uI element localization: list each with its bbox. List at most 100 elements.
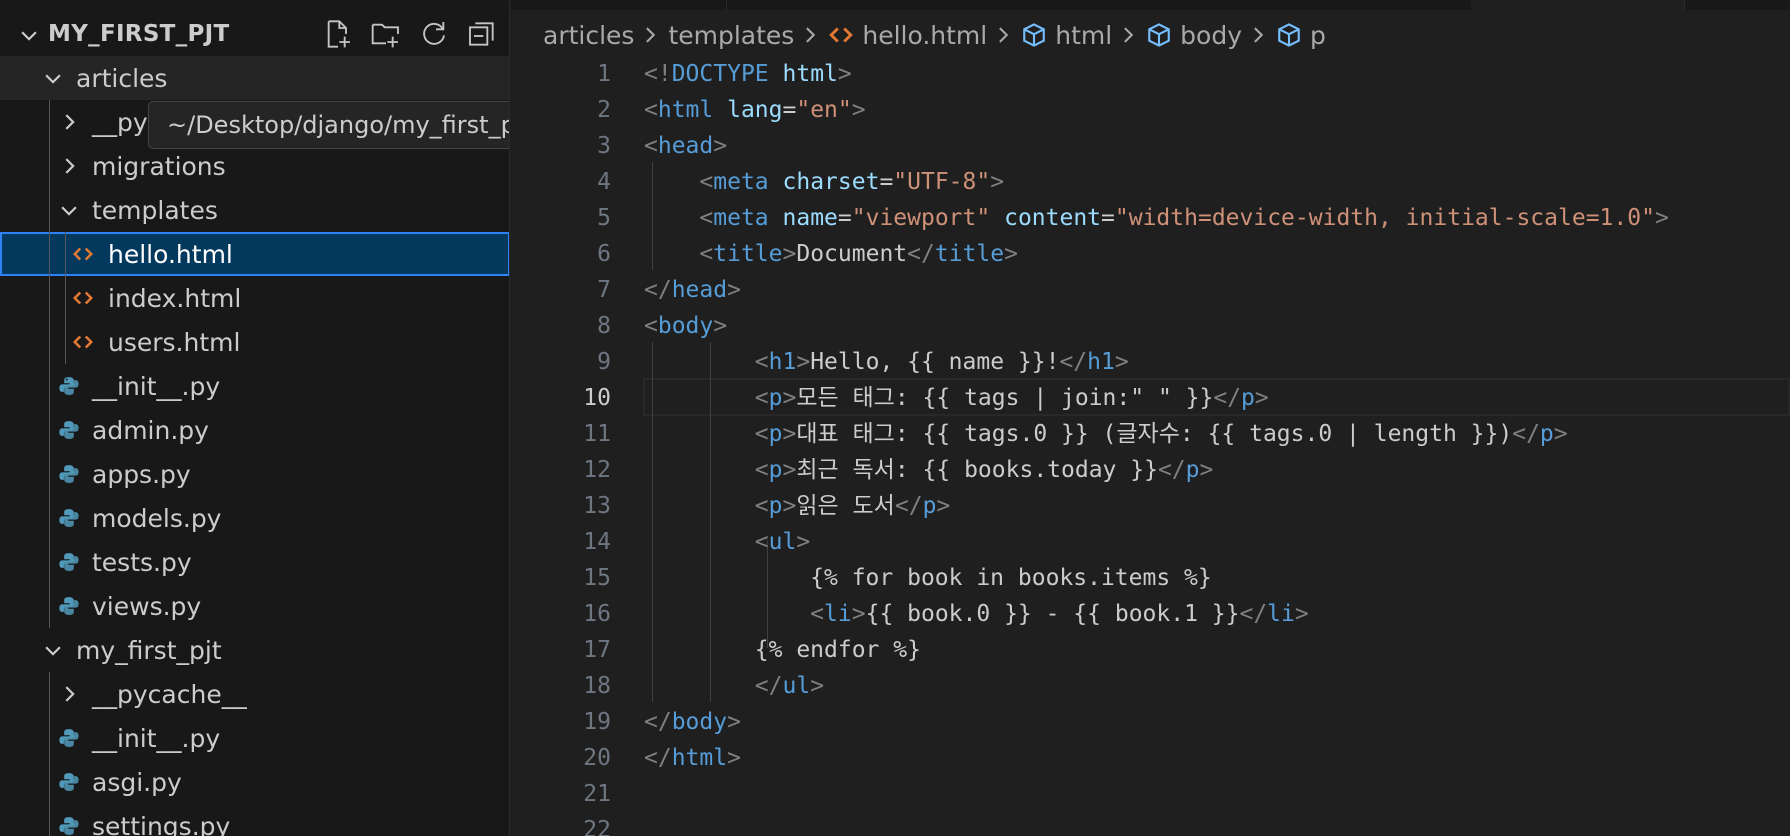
code-token: <	[644, 313, 658, 339]
code-line[interactable]: <!DOCTYPE html>	[644, 56, 852, 92]
tree-folder-templates[interactable]: templates	[0, 188, 509, 232]
tree-file-tests-py[interactable]: tests.py	[0, 540, 509, 584]
breadcrumb-item[interactable]: templates	[668, 21, 794, 50]
breadcrumb: articles templates hello.html html body …	[543, 17, 1326, 53]
code-token: >	[1654, 205, 1669, 231]
line-number: 1	[597, 61, 611, 87]
tree-item-label: __pycache__	[92, 680, 247, 709]
code-token: >	[782, 241, 797, 267]
tree-file-users-html[interactable]: users.html	[0, 320, 509, 364]
line-number: 6	[597, 241, 611, 267]
line-number: 13	[583, 493, 611, 519]
code-token: ul	[768, 529, 797, 555]
code-line[interactable]: {% for book in books.items %}	[644, 560, 1212, 596]
breadcrumb-item[interactable]: html	[1021, 21, 1112, 50]
chevron-down-icon[interactable]	[18, 24, 40, 46]
code-line[interactable]: <li>{{ book.0 }} - {{ book.1 }}</li>	[644, 596, 1309, 632]
explorer-actions	[322, 18, 498, 50]
code-token: =	[782, 97, 797, 123]
code-line[interactable]: <html lang="en">	[644, 92, 866, 128]
code-editor[interactable]: articles templates hello.html html body …	[511, 0, 1790, 836]
breadcrumb-item[interactable]: articles	[543, 21, 634, 50]
tree-file-views-py[interactable]: views.py	[0, 584, 509, 628]
chevron-right-icon	[65, 158, 75, 174]
code-token: "viewport"	[851, 205, 991, 231]
line-number: 7	[597, 277, 611, 303]
tree-file-asgi-py[interactable]: asgi.py	[0, 760, 509, 804]
collapse-all-icon[interactable]	[466, 18, 498, 50]
code-line[interactable]: </body>	[644, 704, 741, 740]
code-token: <	[754, 385, 769, 411]
code-token: p	[1241, 385, 1255, 411]
tree-file-admin-py[interactable]: admin.py	[0, 408, 509, 452]
new-file-icon[interactable]	[322, 18, 354, 50]
tree-folder-my-first-pjt[interactable]: my_first_pjt	[0, 628, 509, 672]
tree-file-index-html[interactable]: index.html	[0, 276, 509, 320]
chevron-right-icon	[999, 27, 1009, 43]
code-line[interactable]: <body>	[644, 308, 727, 344]
code-line[interactable]: </ul>	[644, 668, 824, 704]
code-token: >	[851, 601, 866, 627]
code-token: </	[907, 241, 935, 267]
python-file-icon	[59, 729, 79, 747]
code-line[interactable]: <p>대표 태그: {{ tags.0 }} (글자수: {{ tags.0 |…	[644, 416, 1568, 452]
code-line[interactable]: <h1>Hello, {{ name }}!</h1>	[644, 344, 1129, 380]
tree-folder-pycache-2[interactable]: __pycache__	[0, 672, 509, 716]
tree-folder-articles[interactable]: articles	[0, 56, 509, 100]
tree-item-label: __init__.py	[92, 724, 221, 753]
breadcrumb-item[interactable]: body	[1146, 21, 1242, 50]
code-line[interactable]: <ul>	[644, 524, 810, 560]
tree-item-label: views.py	[92, 592, 202, 621]
code-token: >	[796, 529, 811, 555]
code-token: <	[644, 97, 658, 123]
code-token: <!	[644, 61, 672, 87]
python-file-icon	[59, 377, 79, 395]
code-line[interactable]: </html>	[644, 740, 741, 776]
code-token: </	[1059, 349, 1088, 375]
code-token: >	[1254, 385, 1269, 411]
tree-item-label: articles	[76, 64, 168, 93]
tree-file-models-py[interactable]: models.py	[0, 496, 509, 540]
code-line[interactable]: <title>Document</title>	[644, 236, 1018, 272]
code-token: h1	[768, 349, 797, 375]
tree-file-apps-py[interactable]: apps.py	[0, 452, 509, 496]
code-line[interactable]: <p>읽은 도서</p>	[644, 488, 951, 524]
code-token: html	[657, 97, 714, 123]
line-number: 2	[597, 97, 611, 123]
code-token: html	[782, 61, 838, 87]
code-line[interactable]: <p>최근 독서: {{ books.today }}</p>	[644, 452, 1214, 488]
tree-file-init-py[interactable]: __init__.py	[0, 364, 509, 408]
code-token: li	[824, 601, 852, 627]
code-token: DOCTYPE	[671, 61, 769, 87]
tree-file-hello-html[interactable]: hello.html	[0, 232, 509, 276]
active-tab-edge	[1471, 0, 1684, 10]
code-token: <	[754, 421, 769, 447]
code-line[interactable]: <meta charset="UTF-8">	[644, 164, 1004, 200]
breadcrumb-item[interactable]: hello.html	[828, 21, 987, 50]
code-token: 최근 독서: {{ books.today }}	[796, 457, 1158, 483]
tree-item-label: settings.py	[92, 812, 231, 836]
code-line[interactable]: <head>	[644, 128, 727, 164]
tree-indent-guide	[65, 232, 66, 364]
new-folder-icon[interactable]	[370, 18, 402, 50]
code-line[interactable]: </head>	[644, 272, 741, 308]
code-line[interactable]: <p>모든 태그: {{ tags | join:" " }}</p>	[644, 380, 1269, 416]
line-number: 19	[583, 709, 611, 735]
tree-file-settings-py[interactable]: settings.py	[0, 804, 509, 836]
tree-folder-migrations[interactable]: migrations	[0, 144, 509, 188]
tree-item-label: admin.py	[92, 416, 209, 445]
code-token: >	[713, 313, 728, 339]
code-token: </	[644, 745, 672, 771]
refresh-icon[interactable]	[418, 18, 450, 50]
explorer-header[interactable]: MY_FIRST_PJT	[0, 12, 509, 56]
code-line[interactable]: {% endfor %}	[644, 632, 921, 668]
code-line[interactable]: <meta name="viewport" content="width=dev…	[644, 200, 1669, 236]
breadcrumb-item[interactable]: p	[1276, 21, 1326, 50]
chevron-right-icon	[65, 114, 75, 130]
code-token: head	[671, 277, 728, 303]
tree-file-init-py-2[interactable]: __init__.py	[0, 716, 509, 760]
